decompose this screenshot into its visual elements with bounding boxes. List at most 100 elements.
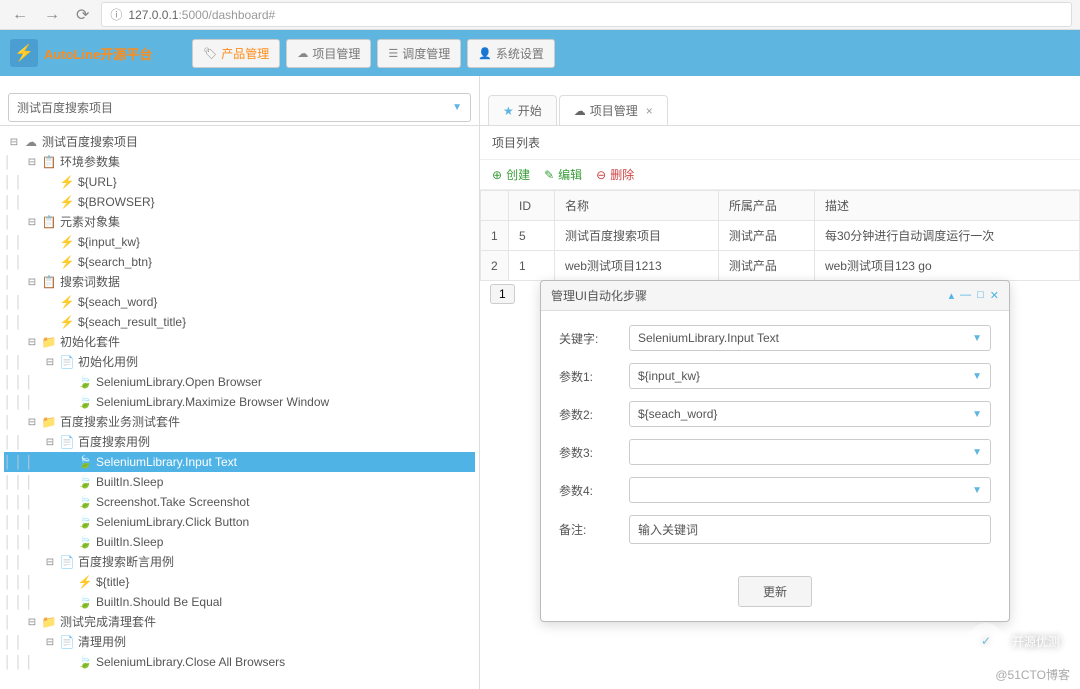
remark-field[interactable]: 输入关键词 [629,515,991,544]
edit-action[interactable]: ✎编辑 [544,166,582,183]
tree-node-icon: 📄 [59,353,75,371]
tree-node[interactable]: │ │ ⊟📄清理用例 [4,632,475,652]
table-row[interactable]: 21web测试项目1213测试产品web测试项目123 go [481,251,1080,281]
col-desc[interactable]: 描述 [814,191,1079,221]
tree-node-icon: 📄 [59,553,75,571]
maximize-icon[interactable]: □ [977,289,984,302]
tree-node[interactable]: │ │ │ 🍃SeleniumLibrary.Click Button [4,512,475,532]
tree-toggle[interactable]: ⊟ [44,355,56,370]
reload-button[interactable]: ⟳ [72,5,93,25]
table-row[interactable]: 15测试百度搜索项目测试产品每30分钟进行自动调度运行一次 [481,221,1080,251]
tree-node-label: ${title} [96,573,129,591]
tree-node[interactable]: │ │ │ 🍃BuiltIn.Sleep [4,472,475,492]
app-name: AutoLine开源平台 [44,44,152,63]
info-icon: ⓘ [110,6,122,23]
param2-field[interactable]: ${seach_word}▼ [629,401,991,427]
col-product[interactable]: 所属产品 [718,191,814,221]
tree-toggle[interactable]: ⊟ [26,415,38,430]
tree-node[interactable]: │ ⊟📁百度搜索业务测试套件 [4,412,475,432]
tree-toggle[interactable]: ⊟ [44,635,56,650]
param1-field[interactable]: ${input_kw}▼ [629,363,991,389]
tree-node-icon: 📋 [41,153,57,171]
param4-field[interactable]: ▼ [629,477,991,503]
browser-toolbar: ← → ⟳ ⓘ 127.0.0.1:5000/dashboard# [0,0,1080,30]
forward-button[interactable]: → [40,6,64,24]
schedule-mgmt-button[interactable]: ☰调度管理 [377,39,461,68]
tree-node[interactable]: │ │ │ 🍃SeleniumLibrary.Maximize Browser … [4,392,475,412]
param1-label: 参数1: [559,368,629,385]
create-action[interactable]: ⊕创建 [492,166,530,183]
tree-node[interactable]: │ ⊟📁测试完成清理套件 [4,612,475,632]
tree-toggle[interactable]: ⊟ [26,335,38,350]
tree-node[interactable]: │ │ ⚡${search_btn} [4,252,475,272]
update-button[interactable]: 更新 [738,576,812,607]
tree-node[interactable]: │ ⊟📋环境参数集 [4,152,475,172]
project-mgmt-button[interactable]: ☁项目管理 [286,39,371,68]
app-header: ⚡ AutoLine开源平台 🏷产品管理 ☁项目管理 ☰调度管理 👤系统设置 [0,30,1080,76]
tree-node-icon: 📄 [59,633,75,651]
url-bar[interactable]: ⓘ 127.0.0.1:5000/dashboard# [101,2,1072,27]
tree-node[interactable]: │ │ │ 🍃SeleniumLibrary.Open Browser [4,372,475,392]
tree-node[interactable]: │ ⊟📋搜索词数据 [4,272,475,292]
tree-node-label: ${search_btn} [78,253,152,271]
tree-node[interactable]: │ ⊟📁初始化套件 [4,332,475,352]
tree-node-icon: ⚡ [59,313,75,331]
tree-node[interactable]: │ │ ⊟📄初始化用例 [4,352,475,372]
tree-node[interactable]: │ │ │ 🍃SeleniumLibrary.Input Text [4,452,475,472]
chevron-down-icon: ▼ [972,447,982,458]
chevron-down-icon: ▼ [972,485,982,496]
tree-node[interactable]: │ │ ⚡${seach_result_title} [4,312,475,332]
tab-start[interactable]: ★开始 [488,95,557,125]
tree-node-icon: 🍃 [77,393,93,411]
close-icon[interactable]: ✕ [990,289,999,302]
tree-toggle[interactable]: ⊟ [26,275,38,290]
tree-node-label: 测试完成清理套件 [60,613,156,631]
tree-toggle[interactable]: ⊟ [26,215,38,230]
back-button[interactable]: ← [8,6,32,24]
tree-node[interactable]: │ ⊟📋元素对象集 [4,212,475,232]
project-selector[interactable]: 测试百度搜索项目 ▼ [8,93,471,122]
tree-node[interactable]: │ │ ⚡${seach_word} [4,292,475,312]
tree-node[interactable]: │ │ ⚡${URL} [4,172,475,192]
tree-node[interactable]: │ │ ⚡${input_kw} [4,232,475,252]
tree-node[interactable]: │ │ │ ⚡${title} [4,572,475,592]
collapse-icon[interactable]: ▴ [949,289,955,302]
col-name[interactable]: 名称 [554,191,718,221]
star-icon: ★ [503,104,514,118]
tree-toggle[interactable]: ⊟ [44,435,56,450]
param4-label: 参数4: [559,482,629,499]
pager-page[interactable]: 1 [490,284,515,304]
keyword-field[interactable]: SeleniumLibrary.Input Text▼ [629,325,991,351]
tree-node[interactable]: │ │ │ 🍃BuiltIn.Sleep [4,532,475,552]
tree-node[interactable]: ⊟☁测试百度搜索项目 [4,132,475,152]
tree-node[interactable]: │ │ │ 🍃BuiltIn.Should Be Equal [4,592,475,612]
project-tree[interactable]: ⊟☁测试百度搜索项目 │ ⊟📋环境参数集 │ │ ⚡${URL} │ │ ⚡${… [0,126,479,689]
tree-toggle[interactable]: ⊟ [44,555,56,570]
tree-toggle[interactable]: ⊟ [26,615,38,630]
tree-node-label: ${URL} [78,173,117,191]
tab-project[interactable]: ☁项目管理× [559,95,668,125]
tree-node[interactable]: │ │ │ 🍃SeleniumLibrary.Close All Browser… [4,652,475,672]
tree-toggle[interactable]: ⊟ [26,155,38,170]
tree-node-label: SeleniumLibrary.Click Button [96,513,249,531]
action-bar: ⊕创建 ✎编辑 ⊖删除 [480,160,1080,190]
settings-button[interactable]: 👤系统设置 [467,39,555,68]
param3-field[interactable]: ▼ [629,439,991,465]
tree-node[interactable]: │ │ │ 🍃Screenshot.Take Screenshot [4,492,475,512]
tree-toggle[interactable]: ⊟ [8,135,20,150]
tree-node[interactable]: │ │ ⊟📄百度搜索用例 [4,432,475,452]
logo[interactable]: ⚡ AutoLine开源平台 [10,39,152,67]
pencil-icon: ✎ [544,168,554,182]
minimize-icon[interactable]: — [960,289,971,302]
product-mgmt-button[interactable]: 🏷产品管理 [192,39,280,68]
dialog-title: 管理UI自动化步骤 [551,287,647,304]
tree-node-label: 初始化套件 [60,333,120,351]
tree-node[interactable]: │ │ ⊟📄百度搜索断言用例 [4,552,475,572]
tree-node-label: 搜索词数据 [60,273,120,291]
tree-node[interactable]: │ │ ⚡${BROWSER} [4,192,475,212]
col-id[interactable]: ID [509,191,555,221]
dialog-titlebar[interactable]: 管理UI自动化步骤 ▴ — □ ✕ [541,281,1009,311]
delete-action[interactable]: ⊖删除 [596,166,634,183]
close-icon[interactable]: × [646,104,653,118]
tree-node-icon: 📁 [41,333,57,351]
